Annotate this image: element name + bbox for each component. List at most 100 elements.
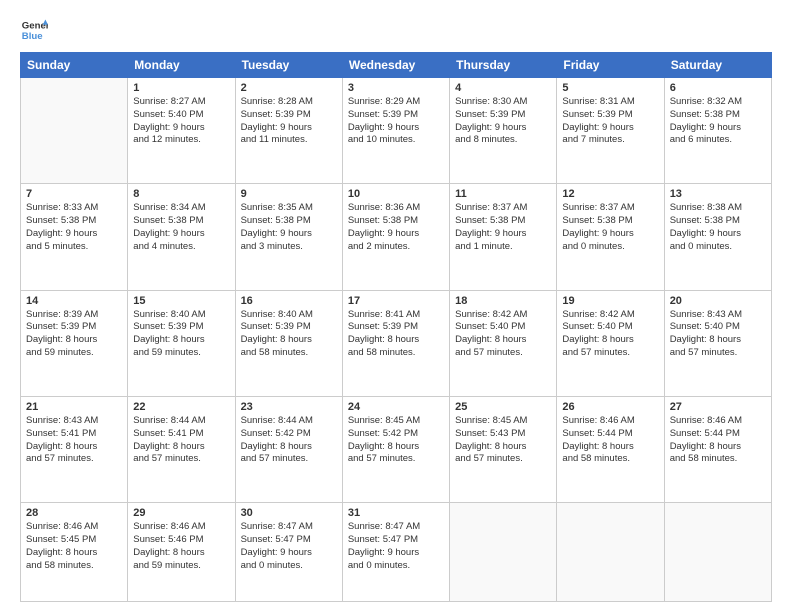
day-info: Sunrise: 8:32 AMSunset: 5:38 PMDaylight:… xyxy=(670,96,766,147)
day-info: Sunrise: 8:38 AMSunset: 5:38 PMDaylight:… xyxy=(670,202,766,253)
calendar-cell: 9 Sunrise: 8:35 AMSunset: 5:38 PMDaylight… xyxy=(235,184,342,290)
calendar-cell: 12 Sunrise: 8:37 AMSunset: 5:38 PMDayligh… xyxy=(557,184,664,290)
day-info: Sunrise: 8:45 AMSunset: 5:43 PMDaylight:… xyxy=(455,415,551,466)
calendar-cell xyxy=(450,503,557,602)
calendar-cell: 2Sunrise: 8:28 AMSunset: 5:39 PMDaylight… xyxy=(235,78,342,184)
day-info: Sunrise: 8:37 AMSunset: 5:38 PMDaylight:… xyxy=(455,202,551,253)
day-number: 24 xyxy=(348,401,444,413)
day-number: 10 xyxy=(348,188,444,200)
week-row-2: 14 Sunrise: 8:39 AMSunset: 5:39 PMDayligh… xyxy=(21,290,772,396)
day-number: 5 xyxy=(562,82,658,94)
calendar-cell: 20 Sunrise: 8:43 AMSunset: 5:40 PMDayligh… xyxy=(664,290,771,396)
calendar-cell: 7Sunrise: 8:33 AMSunset: 5:38 PMDaylight… xyxy=(21,184,128,290)
day-number: 26 xyxy=(562,401,658,413)
day-number: 18 xyxy=(455,295,551,307)
logo-icon: General Blue xyxy=(20,16,48,44)
day-number: 19 xyxy=(562,295,658,307)
day-number: 14 xyxy=(26,295,122,307)
day-number: 1 xyxy=(133,82,229,94)
day-number: 17 xyxy=(348,295,444,307)
day-header-sunday: Sunday xyxy=(21,53,128,78)
calendar-cell xyxy=(664,503,771,602)
calendar-cell: 3Sunrise: 8:29 AMSunset: 5:39 PMDaylight… xyxy=(342,78,449,184)
calendar-cell: 10 Sunrise: 8:36 AMSunset: 5:38 PMDayligh… xyxy=(342,184,449,290)
week-row-3: 21 Sunrise: 8:43 AMSunset: 5:41 PMDayligh… xyxy=(21,396,772,502)
calendar-cell: 21 Sunrise: 8:43 AMSunset: 5:41 PMDayligh… xyxy=(21,396,128,502)
day-info: Sunrise: 8:44 AMSunset: 5:42 PMDaylight:… xyxy=(241,415,337,466)
day-info: Sunrise: 8:46 AMSunset: 5:46 PMDaylight:… xyxy=(133,521,229,572)
day-info: Sunrise: 8:44 AMSunset: 5:41 PMDaylight:… xyxy=(133,415,229,466)
calendar-cell: 27Sunrise: 8:46 AMSunset: 5:44 PMDayligh… xyxy=(664,396,771,502)
day-info: Sunrise: 8:42 AMSunset: 5:40 PMDaylight:… xyxy=(562,309,658,360)
svg-text:Blue: Blue xyxy=(22,31,43,42)
calendar-cell: 19 Sunrise: 8:42 AMSunset: 5:40 PMDayligh… xyxy=(557,290,664,396)
day-info: Sunrise: 8:27 AMSunset: 5:40 PMDaylight:… xyxy=(133,96,229,147)
day-info: Sunrise: 8:47 AMSunset: 5:47 PMDaylight:… xyxy=(241,521,337,572)
calendar-cell xyxy=(21,78,128,184)
day-info: Sunrise: 8:33 AMSunset: 5:38 PMDaylight:… xyxy=(26,202,122,253)
day-number: 30 xyxy=(241,507,337,519)
calendar-cell: 24 Sunrise: 8:45 AMSunset: 5:42 PMDayligh… xyxy=(342,396,449,502)
calendar-cell: 25 Sunrise: 8:45 AMSunset: 5:43 PMDayligh… xyxy=(450,396,557,502)
calendar-cell xyxy=(557,503,664,602)
calendar-cell: 31 Sunrise: 8:47 AMSunset: 5:47 PMDayligh… xyxy=(342,503,449,602)
day-header-wednesday: Wednesday xyxy=(342,53,449,78)
calendar-cell: 8 Sunrise: 8:34 AMSunset: 5:38 PMDaylight… xyxy=(128,184,235,290)
day-info: Sunrise: 8:43 AMSunset: 5:41 PMDaylight:… xyxy=(26,415,122,466)
calendar-cell: 13 Sunrise: 8:38 AMSunset: 5:38 PMDayligh… xyxy=(664,184,771,290)
week-row-1: 7Sunrise: 8:33 AMSunset: 5:38 PMDaylight… xyxy=(21,184,772,290)
day-number: 9 xyxy=(241,188,337,200)
calendar-cell: 26 Sunrise: 8:46 AMSunset: 5:44 PMDayligh… xyxy=(557,396,664,502)
day-number: 20 xyxy=(670,295,766,307)
day-info: Sunrise: 8:34 AMSunset: 5:38 PMDaylight:… xyxy=(133,202,229,253)
calendar-cell: 16 Sunrise: 8:40 AMSunset: 5:39 PMDayligh… xyxy=(235,290,342,396)
calendar-cell: 22 Sunrise: 8:44 AMSunset: 5:41 PMDayligh… xyxy=(128,396,235,502)
day-info: Sunrise: 8:43 AMSunset: 5:40 PMDaylight:… xyxy=(670,309,766,360)
calendar-cell: 15 Sunrise: 8:40 AMSunset: 5:39 PMDayligh… xyxy=(128,290,235,396)
day-number: 8 xyxy=(133,188,229,200)
day-info: Sunrise: 8:42 AMSunset: 5:40 PMDaylight:… xyxy=(455,309,551,360)
calendar-header-row: SundayMondayTuesdayWednesdayThursdayFrid… xyxy=(21,53,772,78)
calendar-table: SundayMondayTuesdayWednesdayThursdayFrid… xyxy=(20,52,772,602)
day-number: 12 xyxy=(562,188,658,200)
calendar-cell: 30 Sunrise: 8:47 AMSunset: 5:47 PMDayligh… xyxy=(235,503,342,602)
day-info: Sunrise: 8:40 AMSunset: 5:39 PMDaylight:… xyxy=(133,309,229,360)
day-header-saturday: Saturday xyxy=(664,53,771,78)
day-number: 27 xyxy=(670,401,766,413)
week-row-4: 28 Sunrise: 8:46 AMSunset: 5:45 PMDayligh… xyxy=(21,503,772,602)
day-info: Sunrise: 8:46 AMSunset: 5:45 PMDaylight:… xyxy=(26,521,122,572)
day-number: 16 xyxy=(241,295,337,307)
day-number: 3 xyxy=(348,82,444,94)
day-number: 11 xyxy=(455,188,551,200)
header: General Blue xyxy=(20,16,772,44)
calendar-cell: 6 Sunrise: 8:32 AMSunset: 5:38 PMDaylight… xyxy=(664,78,771,184)
day-info: Sunrise: 8:46 AMSunset: 5:44 PMDaylight:… xyxy=(562,415,658,466)
week-row-0: 1 Sunrise: 8:27 AMSunset: 5:40 PMDaylight… xyxy=(21,78,772,184)
day-info: Sunrise: 8:37 AMSunset: 5:38 PMDaylight:… xyxy=(562,202,658,253)
day-number: 25 xyxy=(455,401,551,413)
calendar-cell: 17Sunrise: 8:41 AMSunset: 5:39 PMDayligh… xyxy=(342,290,449,396)
day-number: 13 xyxy=(670,188,766,200)
day-number: 31 xyxy=(348,507,444,519)
day-info: Sunrise: 8:28 AMSunset: 5:39 PMDaylight:… xyxy=(241,96,337,147)
calendar-cell: 4Sunrise: 8:30 AMSunset: 5:39 PMDaylight… xyxy=(450,78,557,184)
svg-text:General: General xyxy=(22,20,48,31)
day-number: 6 xyxy=(670,82,766,94)
day-info: Sunrise: 8:30 AMSunset: 5:39 PMDaylight:… xyxy=(455,96,551,147)
day-number: 22 xyxy=(133,401,229,413)
day-number: 15 xyxy=(133,295,229,307)
calendar-cell: 14 Sunrise: 8:39 AMSunset: 5:39 PMDayligh… xyxy=(21,290,128,396)
calendar-cell: 18 Sunrise: 8:42 AMSunset: 5:40 PMDayligh… xyxy=(450,290,557,396)
day-info: Sunrise: 8:45 AMSunset: 5:42 PMDaylight:… xyxy=(348,415,444,466)
calendar-cell: 5 Sunrise: 8:31 AMSunset: 5:39 PMDaylight… xyxy=(557,78,664,184)
day-info: Sunrise: 8:35 AMSunset: 5:38 PMDaylight:… xyxy=(241,202,337,253)
day-info: Sunrise: 8:39 AMSunset: 5:39 PMDaylight:… xyxy=(26,309,122,360)
day-info: Sunrise: 8:36 AMSunset: 5:38 PMDaylight:… xyxy=(348,202,444,253)
day-info: Sunrise: 8:40 AMSunset: 5:39 PMDaylight:… xyxy=(241,309,337,360)
day-header-tuesday: Tuesday xyxy=(235,53,342,78)
day-number: 21 xyxy=(26,401,122,413)
day-number: 28 xyxy=(26,507,122,519)
calendar-body: 1 Sunrise: 8:27 AMSunset: 5:40 PMDaylight… xyxy=(21,78,772,602)
day-info: Sunrise: 8:47 AMSunset: 5:47 PMDaylight:… xyxy=(348,521,444,572)
day-info: Sunrise: 8:31 AMSunset: 5:39 PMDaylight:… xyxy=(562,96,658,147)
